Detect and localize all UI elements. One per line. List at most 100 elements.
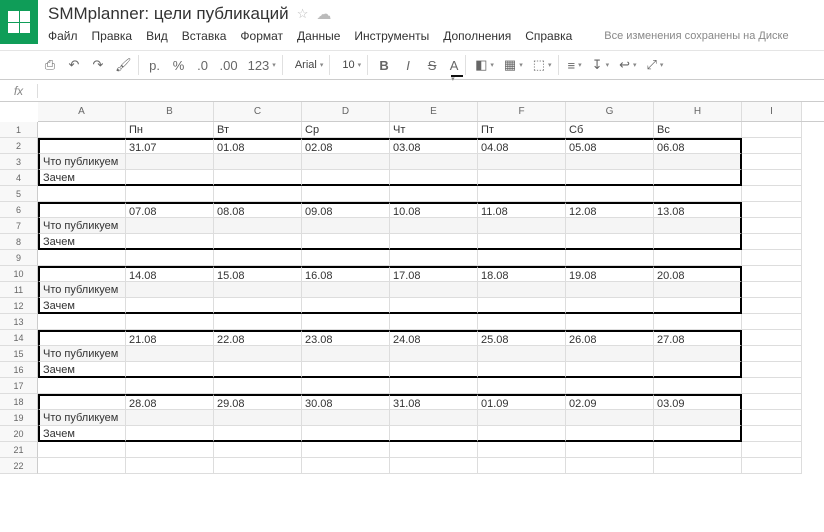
menu-view[interactable]: Вид xyxy=(146,29,168,43)
cell[interactable] xyxy=(302,362,390,378)
cell[interactable] xyxy=(742,346,802,362)
cell[interactable] xyxy=(126,410,214,426)
cell[interactable] xyxy=(302,154,390,170)
row-header[interactable]: 1 xyxy=(0,122,38,138)
cell[interactable] xyxy=(214,282,302,298)
cell[interactable]: 18.08 xyxy=(478,266,566,282)
cell[interactable] xyxy=(566,346,654,362)
cell[interactable] xyxy=(302,234,390,250)
sheets-logo[interactable] xyxy=(0,0,38,44)
decrease-decimal[interactable]: .0 xyxy=(193,55,213,75)
cell[interactable] xyxy=(126,346,214,362)
cell[interactable] xyxy=(390,442,478,458)
cell[interactable] xyxy=(566,234,654,250)
cell[interactable] xyxy=(478,346,566,362)
row-header[interactable]: 19 xyxy=(0,410,38,426)
row-header[interactable]: 15 xyxy=(0,346,38,362)
cell[interactable] xyxy=(742,154,802,170)
cell[interactable] xyxy=(126,458,214,474)
cell[interactable] xyxy=(126,234,214,250)
cell[interactable] xyxy=(302,378,390,394)
cell[interactable] xyxy=(302,170,390,186)
cell[interactable] xyxy=(126,314,214,330)
cell[interactable] xyxy=(214,170,302,186)
cell[interactable] xyxy=(654,442,742,458)
cell[interactable]: Зачем xyxy=(38,298,126,314)
cell[interactable]: Зачем xyxy=(38,362,126,378)
menu-format[interactable]: Формат xyxy=(240,29,283,43)
cell[interactable] xyxy=(478,362,566,378)
cell[interactable]: 02.09 xyxy=(566,394,654,410)
cell[interactable] xyxy=(654,186,742,202)
cell[interactable] xyxy=(38,378,126,394)
cell[interactable]: Пт xyxy=(478,122,566,138)
row-header[interactable]: 12 xyxy=(0,298,38,314)
menu-data[interactable]: Данные xyxy=(297,29,340,43)
cell[interactable] xyxy=(742,458,802,474)
cell[interactable]: 23.08 xyxy=(302,330,390,346)
spreadsheet-grid[interactable]: A B C D E F G H I 1ПнВтСрЧтПтСбВс231.070… xyxy=(0,102,824,474)
cell[interactable]: 01.09 xyxy=(478,394,566,410)
doc-title[interactable]: SMMplanner: цели публикаций xyxy=(48,4,289,24)
cell[interactable] xyxy=(214,378,302,394)
cell[interactable]: 17.08 xyxy=(390,266,478,282)
cell[interactable] xyxy=(302,282,390,298)
cell[interactable]: 04.08 xyxy=(478,138,566,154)
cell[interactable] xyxy=(214,186,302,202)
cell[interactable] xyxy=(742,410,802,426)
cell[interactable]: Сб xyxy=(566,122,654,138)
cell[interactable] xyxy=(478,442,566,458)
cell[interactable] xyxy=(478,234,566,250)
cell[interactable]: Чт xyxy=(390,122,478,138)
currency-button[interactable]: р. xyxy=(145,55,165,75)
cell[interactable]: 02.08 xyxy=(302,138,390,154)
increase-decimal[interactable]: .00 xyxy=(217,55,241,75)
cell[interactable] xyxy=(38,330,126,346)
col-header[interactable]: G xyxy=(566,102,654,121)
cell[interactable] xyxy=(742,186,802,202)
cell[interactable]: 21.08 xyxy=(126,330,214,346)
cell[interactable]: Вс xyxy=(654,122,742,138)
cell[interactable] xyxy=(742,138,802,154)
cell[interactable]: 12.08 xyxy=(566,202,654,218)
cell[interactable]: 07.08 xyxy=(126,202,214,218)
cell[interactable] xyxy=(214,426,302,442)
row-header[interactable]: 2 xyxy=(0,138,38,154)
cell[interactable] xyxy=(390,458,478,474)
cell[interactable] xyxy=(742,234,802,250)
cell[interactable] xyxy=(38,250,126,266)
cell[interactable] xyxy=(654,298,742,314)
print-icon[interactable]: ⎙ xyxy=(40,55,60,75)
cell[interactable] xyxy=(302,250,390,266)
col-header[interactable]: D xyxy=(302,102,390,121)
cell[interactable] xyxy=(126,442,214,458)
cell[interactable]: 03.08 xyxy=(390,138,478,154)
merge-icon[interactable]: ⬚ xyxy=(530,55,559,75)
cell[interactable]: Ср xyxy=(302,122,390,138)
cell[interactable] xyxy=(38,202,126,218)
cell[interactable] xyxy=(654,458,742,474)
cell[interactable] xyxy=(214,458,302,474)
cell[interactable] xyxy=(214,314,302,330)
cell[interactable] xyxy=(654,154,742,170)
percent-button[interactable]: % xyxy=(169,55,189,75)
row-header[interactable]: 18 xyxy=(0,394,38,410)
cell[interactable] xyxy=(742,378,802,394)
italic-button[interactable]: I xyxy=(398,55,418,75)
strike-button[interactable]: S xyxy=(422,55,442,75)
row-header[interactable]: 20 xyxy=(0,426,38,442)
menu-tools[interactable]: Инструменты xyxy=(354,29,429,43)
cell[interactable]: 03.09 xyxy=(654,394,742,410)
cell[interactable] xyxy=(126,298,214,314)
col-header[interactable]: H xyxy=(654,102,742,121)
cell[interactable] xyxy=(390,250,478,266)
cell[interactable] xyxy=(478,298,566,314)
cell[interactable] xyxy=(390,346,478,362)
cell[interactable]: 09.08 xyxy=(302,202,390,218)
cell[interactable] xyxy=(654,426,742,442)
cell[interactable] xyxy=(654,170,742,186)
cell[interactable]: 10.08 xyxy=(390,202,478,218)
row-header[interactable]: 10 xyxy=(0,266,38,282)
cell[interactable] xyxy=(654,410,742,426)
cell[interactable] xyxy=(566,186,654,202)
